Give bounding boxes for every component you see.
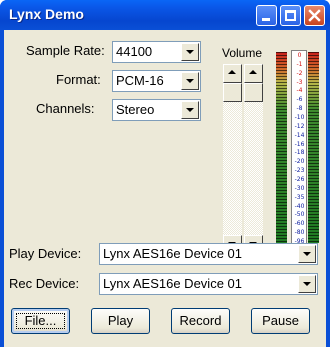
arrow-up-icon bbox=[228, 70, 236, 74]
arrow-up-icon bbox=[249, 70, 257, 74]
minimize-icon bbox=[262, 18, 270, 21]
sample-rate-label: Sample Rate: bbox=[26, 43, 105, 58]
play-device-dropdown-button[interactable] bbox=[298, 245, 316, 263]
meter-tick: -14 bbox=[294, 131, 305, 139]
meter-tick: -10 bbox=[294, 114, 305, 121]
meter-tick: -12 bbox=[294, 122, 305, 130]
close-button[interactable] bbox=[304, 5, 325, 26]
channels-select[interactable]: Stereo bbox=[112, 99, 201, 121]
volume-right-thumb[interactable] bbox=[244, 83, 263, 102]
chevron-down-icon bbox=[303, 282, 311, 286]
meter-tick: -2 bbox=[296, 69, 303, 77]
meter-tick: -60 bbox=[294, 220, 305, 228]
title-bar[interactable]: Lynx Demo bbox=[0, 0, 330, 30]
meter-left-fill bbox=[276, 52, 287, 243]
app-window: Lynx Demo Sample Rate: 44100 Format: PCM… bbox=[0, 0, 330, 347]
meter-right-fill bbox=[308, 52, 319, 243]
rec-device-dropdown-button[interactable] bbox=[298, 275, 316, 293]
file-button-label: File... bbox=[24, 313, 57, 328]
maximize-button[interactable] bbox=[280, 5, 301, 26]
volume-label: Volume bbox=[222, 46, 263, 60]
pause-button[interactable]: Pause bbox=[251, 308, 310, 334]
format-label: Format: bbox=[56, 72, 101, 87]
maximize-icon bbox=[285, 10, 296, 21]
sample-rate-dropdown-button[interactable] bbox=[181, 43, 199, 61]
meter-tick: -26 bbox=[294, 176, 305, 183]
chevron-down-icon bbox=[303, 252, 311, 256]
volume-right-up-button[interactable] bbox=[244, 64, 263, 83]
meter-tick: -18 bbox=[294, 149, 305, 157]
file-button[interactable]: File... bbox=[11, 308, 70, 334]
channels-label: Channels: bbox=[36, 101, 95, 116]
window-title: Lynx Demo bbox=[9, 6, 84, 22]
sample-rate-value: 44100 bbox=[116, 44, 153, 59]
minimize-button[interactable] bbox=[256, 5, 277, 26]
meter-right bbox=[308, 52, 319, 243]
rec-device-label: Rec Device: bbox=[9, 276, 80, 291]
meter-tick: -8 bbox=[296, 105, 303, 113]
play-button-label: Play bbox=[107, 313, 134, 328]
meter-tick: -4 bbox=[296, 87, 303, 95]
rec-device-select[interactable]: Lynx AES16e Device 01 bbox=[99, 273, 318, 295]
format-value: PCM-16 bbox=[116, 73, 164, 88]
meter-tick: 0 bbox=[297, 52, 302, 59]
meter-tick: -80 bbox=[294, 229, 305, 237]
meter-tick: -1 bbox=[296, 60, 303, 68]
meter-left bbox=[276, 52, 287, 243]
volume-left-thumb[interactable] bbox=[223, 83, 242, 102]
close-icon bbox=[308, 9, 321, 22]
meter-tick: -30 bbox=[294, 184, 305, 192]
meter-tick: -20 bbox=[294, 158, 305, 166]
play-device-value: Lynx AES16e Device 01 bbox=[103, 246, 242, 261]
channels-value: Stereo bbox=[116, 102, 155, 117]
rec-device-value: Lynx AES16e Device 01 bbox=[103, 276, 242, 291]
meter-tick: -50 bbox=[294, 211, 305, 219]
chevron-down-icon bbox=[186, 108, 194, 112]
meter-tick: -6 bbox=[296, 96, 303, 104]
meter-tick: -3 bbox=[296, 78, 303, 86]
chevron-down-icon bbox=[186, 50, 194, 54]
record-button-label: Record bbox=[179, 313, 222, 328]
meter-tick: -23 bbox=[294, 167, 305, 175]
sample-rate-select[interactable]: 44100 bbox=[112, 41, 201, 63]
play-button[interactable]: Play bbox=[91, 308, 150, 334]
format-dropdown-button[interactable] bbox=[181, 72, 199, 90]
meter-tick: -40 bbox=[294, 202, 305, 210]
format-select[interactable]: PCM-16 bbox=[112, 70, 201, 92]
meter-tick: -16 bbox=[294, 140, 305, 148]
record-button[interactable]: Record bbox=[171, 308, 230, 334]
chevron-down-icon bbox=[186, 79, 194, 83]
pause-button-label: Pause bbox=[262, 313, 299, 328]
meter-tick: -35 bbox=[294, 193, 305, 201]
meter-scale: 0 -1 -2 -3 -4 -6 -8 -10 -12 -14 -16 -18 -20 -23 -26 -30… bbox=[291, 50, 307, 246]
play-device-label: Play Device: bbox=[9, 246, 82, 261]
channels-dropdown-button[interactable] bbox=[181, 101, 199, 119]
play-device-select[interactable]: Lynx AES16e Device 01 bbox=[99, 243, 318, 265]
volume-left-up-button[interactable] bbox=[223, 64, 242, 83]
client-area: Sample Rate: 44100 Format: PCM-16 Channe… bbox=[4, 30, 326, 347]
